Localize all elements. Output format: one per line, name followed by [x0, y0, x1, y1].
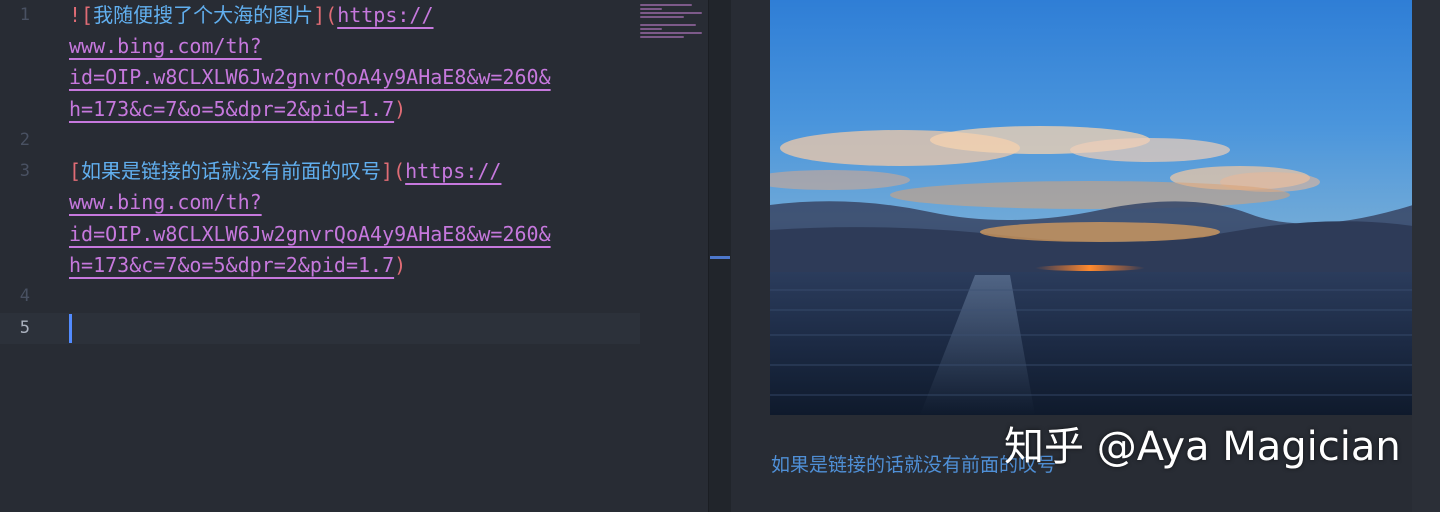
code-row[interactable]: [如果是链接的话就没有前面的叹号](https:// — [69, 156, 501, 187]
text-cursor — [69, 314, 72, 343]
minimap-line — [640, 12, 702, 14]
url-text[interactable]: h=173&c=7&o=5&dpr=2&pid=1.7 — [69, 97, 394, 121]
url-text[interactable]: www.bing.com/th? — [69, 34, 262, 58]
line-number: 4 — [19, 286, 30, 306]
minimap-line — [640, 36, 684, 38]
link-text: 如果是链接的话就没有前面的叹号 — [81, 159, 382, 183]
minimap-line — [640, 4, 692, 6]
minimap-line — [640, 16, 684, 18]
line-number-gutter: 1 2 3 4 5 — [0, 0, 48, 512]
scrollbar-thumb[interactable] — [710, 256, 730, 259]
minimap-line — [640, 24, 696, 26]
url-text[interactable]: https:// — [337, 3, 433, 27]
markdown-editor[interactable]: 1 2 3 4 5 ![我随便搜了个大海的图片](https:// www.bi… — [0, 0, 708, 512]
line-number: 2 — [19, 130, 30, 150]
preview-scrollbar[interactable] — [1412, 0, 1440, 512]
close-paren: ) — [394, 97, 407, 121]
minimap-line — [640, 8, 662, 10]
code-row[interactable]: h=173&c=7&o=5&dpr=2&pid=1.7) — [69, 250, 406, 281]
current-line-highlight — [0, 313, 640, 344]
close-paren: ) — [394, 253, 407, 277]
zhihu-watermark: 知乎 @Aya Magician — [1004, 424, 1401, 470]
url-text[interactable]: www.bing.com/th? — [69, 190, 262, 214]
image-alt-text: 我随便搜了个大海的图片 — [93, 3, 314, 27]
line-number: 1 — [19, 5, 30, 25]
url-text[interactable]: h=173&c=7&o=5&dpr=2&pid=1.7 — [69, 253, 394, 277]
code-row[interactable]: ![我随便搜了个大海的图片](https:// — [69, 0, 434, 31]
url-text[interactable]: https:// — [405, 159, 501, 183]
minimap-line — [640, 32, 702, 34]
url-text[interactable]: id=OIP.w8CLXLW6Jw2gnvrQoA4y9AHaE8&w=260& — [69, 65, 551, 89]
line-number-current: 5 — [19, 318, 30, 338]
code-row[interactable]: id=OIP.w8CLXLW6Jw2gnvrQoA4y9AHaE8&w=260& — [69, 219, 551, 250]
minimap-line — [640, 28, 662, 30]
code-row[interactable]: www.bing.com/th? — [69, 31, 262, 62]
editor-scrollbar[interactable] — [708, 0, 732, 512]
image-bang-bracket: ![ — [69, 3, 94, 27]
code-row[interactable]: www.bing.com/th? — [69, 187, 262, 218]
line-number: 3 — [19, 161, 30, 181]
preview-image — [770, 0, 1413, 415]
sea-sunset-image — [770, 0, 1413, 415]
link-open-bracket: [ — [69, 159, 82, 183]
code-row[interactable]: id=OIP.w8CLXLW6Jw2gnvrQoA4y9AHaE8&w=260& — [69, 62, 551, 93]
minimap[interactable] — [640, 4, 704, 44]
bracket-paren: ]( — [381, 159, 406, 183]
bracket-paren: ]( — [313, 3, 338, 27]
code-row[interactable]: h=173&c=7&o=5&dpr=2&pid=1.7) — [69, 94, 406, 125]
url-text[interactable]: id=OIP.w8CLXLW6Jw2gnvrQoA4y9AHaE8&w=260& — [69, 222, 551, 246]
